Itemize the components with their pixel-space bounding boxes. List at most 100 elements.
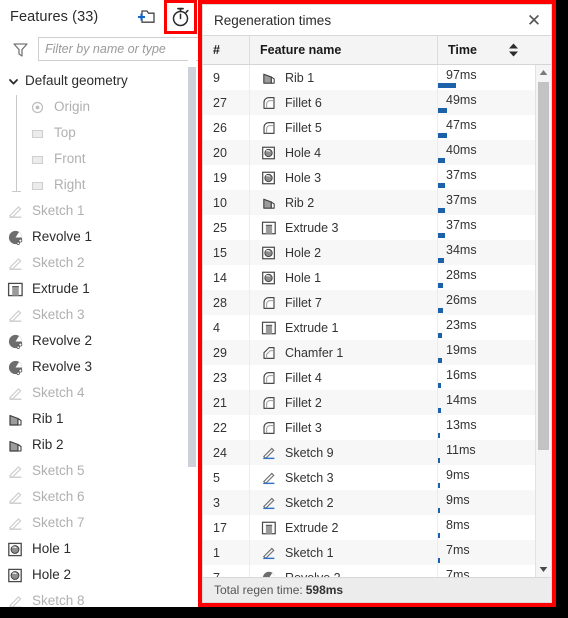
- caret-down-icon[interactable]: [6, 74, 21, 89]
- table-row[interactable]: 19 Hole 3 37ms: [203, 165, 535, 190]
- table-row[interactable]: 1 Sketch 1 7ms: [203, 540, 535, 565]
- tree-item-right[interactable]: Right: [0, 172, 198, 198]
- tree-item-origin[interactable]: Origin: [0, 94, 198, 120]
- app-root: Features (33) Filter by name or type Def…: [0, 0, 568, 618]
- table-row[interactable]: 24 Sketch 9 11ms: [203, 440, 535, 465]
- tree-item-hole-2[interactable]: Hole 2: [0, 562, 198, 588]
- tree-item-label: Top: [54, 125, 76, 141]
- cell-feature-name: Extrude 2: [249, 515, 437, 540]
- table-row[interactable]: 17 Extrude 2 8ms: [203, 515, 535, 540]
- column-header-number[interactable]: #: [203, 36, 249, 64]
- time-bar: [438, 158, 446, 163]
- table-row[interactable]: 9 Rib 1 97ms: [203, 65, 535, 90]
- tree-item-rib-2[interactable]: Rib 2: [0, 432, 198, 458]
- tree-item-extrude-1[interactable]: Extrude 1: [0, 276, 198, 302]
- cell-time: 19ms: [437, 340, 535, 365]
- tree-item-hole-1[interactable]: Hole 1: [0, 536, 198, 562]
- cell-number: 28: [213, 295, 227, 310]
- cell-number: 5: [213, 470, 220, 485]
- chamfer-icon: [260, 344, 277, 361]
- table-row[interactable]: 20 Hole 4 40ms: [203, 140, 535, 165]
- time-bar: [438, 558, 440, 563]
- column-header-time-label: Time: [448, 43, 477, 57]
- scroll-down-arrow-icon[interactable]: [536, 562, 551, 577]
- column-header-time[interactable]: Time: [437, 36, 535, 64]
- tree-item-revolve-1[interactable]: Revolve 1: [0, 224, 198, 250]
- scroll-up-arrow-icon[interactable]: [536, 65, 551, 80]
- cell-feature-name-label: Extrude 3: [285, 220, 339, 235]
- search-input[interactable]: [38, 37, 198, 61]
- cell-feature-name: Fillet 4: [249, 365, 437, 390]
- cell-feature-name: Sketch 3: [249, 465, 437, 490]
- table-row[interactable]: 27 Fillet 6 49ms: [203, 90, 535, 115]
- filter-row: [0, 33, 198, 65]
- table-row[interactable]: 10 Rib 2 37ms: [203, 190, 535, 215]
- table-row[interactable]: 3 Sketch 2 9ms: [203, 490, 535, 515]
- close-icon[interactable]: ✕: [523, 9, 545, 31]
- table-row[interactable]: 28 Fillet 7 26ms: [203, 290, 535, 315]
- table-row[interactable]: 4 Extrude 1 23ms: [203, 315, 535, 340]
- extrude-icon: [260, 219, 277, 236]
- cell-time-value: 97ms: [446, 67, 477, 82]
- extrude-icon: [260, 319, 277, 336]
- table-row[interactable]: 14 Hole 1 28ms: [203, 265, 535, 290]
- tree-item-sketch-7[interactable]: Sketch 7: [0, 510, 198, 536]
- cell-feature-name-label: Fillet 5: [285, 120, 322, 135]
- total-regen-time-label: Total regen time:: [214, 583, 303, 597]
- time-bar: [438, 333, 443, 338]
- rib-icon: [6, 410, 25, 429]
- cell-number: 20: [213, 145, 227, 160]
- table-scrollbar[interactable]: [535, 65, 551, 577]
- time-bar: [438, 233, 445, 238]
- tree-item-sketch-1[interactable]: Sketch 1: [0, 198, 198, 224]
- rib-icon: [260, 69, 277, 86]
- cell-time-value: 11ms: [446, 442, 476, 457]
- tree-item-revolve-2[interactable]: Revolve 2: [0, 328, 198, 354]
- tree-item-sketch-8[interactable]: Sketch 8: [0, 588, 198, 607]
- cell-feature-name: Revolve 2: [249, 565, 437, 577]
- cell-time-value: 8ms: [446, 517, 470, 532]
- cell-feature-name-label: Revolve 2: [285, 571, 341, 578]
- table-row[interactable]: 15 Hole 2 34ms: [203, 240, 535, 265]
- tree-item-top[interactable]: Top: [0, 120, 198, 146]
- cell-feature-name-label: Fillet 6: [285, 95, 322, 110]
- table-row[interactable]: 25 Extrude 3 37ms: [203, 215, 535, 240]
- tree-item-label: Revolve 1: [32, 229, 93, 245]
- table-row[interactable]: 26 Fillet 5 47ms: [203, 115, 535, 140]
- column-header-feature-name[interactable]: Feature name: [249, 36, 437, 64]
- rib-icon: [6, 436, 25, 455]
- cell-time: 8ms: [437, 515, 535, 540]
- time-bar: [438, 433, 441, 438]
- tree-item-label: Sketch 2: [32, 255, 85, 271]
- add-folder-icon[interactable]: [134, 5, 158, 29]
- revolve-icon: [6, 332, 25, 351]
- tree-item-revolve-3[interactable]: Revolve 3: [0, 354, 198, 380]
- features-scrollbar-thumb[interactable]: [188, 67, 196, 467]
- tree-item-rib-1[interactable]: Rib 1: [0, 406, 198, 432]
- table-row[interactable]: 21 Fillet 2 14ms: [203, 390, 535, 415]
- tree-item-sketch-5[interactable]: Sketch 5: [0, 458, 198, 484]
- tree-item-sketch-4[interactable]: Sketch 4: [0, 380, 198, 406]
- tree-item-sketch-6[interactable]: Sketch 6: [0, 484, 198, 510]
- table-row[interactable]: 5 Sketch 3 9ms: [203, 465, 535, 490]
- table-row[interactable]: 23 Fillet 4 16ms: [203, 365, 535, 390]
- page-title: Features (33): [10, 8, 99, 25]
- tree-item-default-geometry[interactable]: Default geometry: [0, 68, 198, 94]
- regen-times-table: # Feature name Time 9 Rib 1 97ms 27 Fill…: [203, 35, 551, 602]
- sketch-icon: [6, 254, 25, 273]
- sort-arrows-icon[interactable]: [508, 43, 519, 58]
- tree-item-sketch-3[interactable]: Sketch 3: [0, 302, 198, 328]
- tree-item-front[interactable]: Front: [0, 146, 198, 172]
- cell-feature-name: Rib 1: [249, 65, 437, 90]
- table-row[interactable]: 29 Chamfer 1 19ms: [203, 340, 535, 365]
- table-row[interactable]: 7 Revolve 2 7ms: [203, 565, 535, 577]
- table-header-row: # Feature name Time: [203, 36, 551, 65]
- table-scrollbar-thumb[interactable]: [538, 82, 549, 450]
- regeneration-times-icon[interactable]: [164, 0, 197, 34]
- cell-number: 9: [213, 70, 220, 85]
- tree-item-sketch-2[interactable]: Sketch 2: [0, 250, 198, 276]
- tree-item-label: Extrude 1: [32, 281, 90, 297]
- cell-time: 37ms: [437, 215, 535, 240]
- table-row[interactable]: 22 Fillet 3 13ms: [203, 415, 535, 440]
- sketch-icon: [6, 306, 25, 325]
